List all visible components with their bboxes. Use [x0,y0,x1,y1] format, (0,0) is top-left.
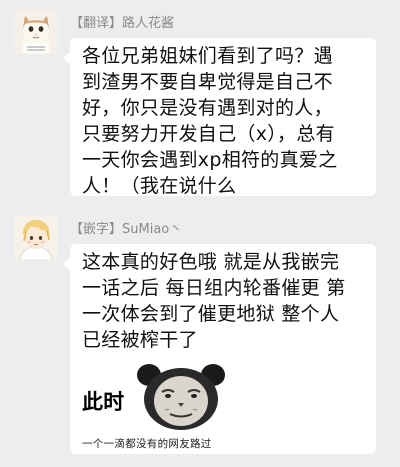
message-bubble[interactable]: 各位兄弟姐妹们看到了吗？遇 到渣男不要自卑觉得是自己不 好，你只是没有遇到对的人… [63,38,376,197]
sender-name: 【嵌字】SuMiao丶 [70,222,183,237]
sticker-big-text: 此时 [82,390,125,414]
cat-avatar-icon[interactable] [14,10,58,54]
blond-character-avatar-icon[interactable] [14,216,58,260]
sender-name: 【翻译】路人花酱 [70,16,175,31]
sticker-caption: 一个一滴都没有的网友路过 [82,438,212,450]
message-text: 各位兄弟姐妹们看到了吗？遇 到渣男不要自卑觉得是自己不 好，你只是没有遇到对的人… [82,45,338,197]
message-bubble[interactable]: 这本真的好色哦 就是从我嵌完 一话之后 每日组内轮番催更 第 一次体会到了催更地… [63,244,376,454]
meme-sticker[interactable]: 此时 一个一滴都没有的网友路过 [82,359,308,450]
message-text: 这本真的好色哦 就是从我嵌完 一话之后 每日组内轮番催更 第 一次体会到了催更地… [82,251,346,351]
panda-meme-face-icon [137,364,225,430]
